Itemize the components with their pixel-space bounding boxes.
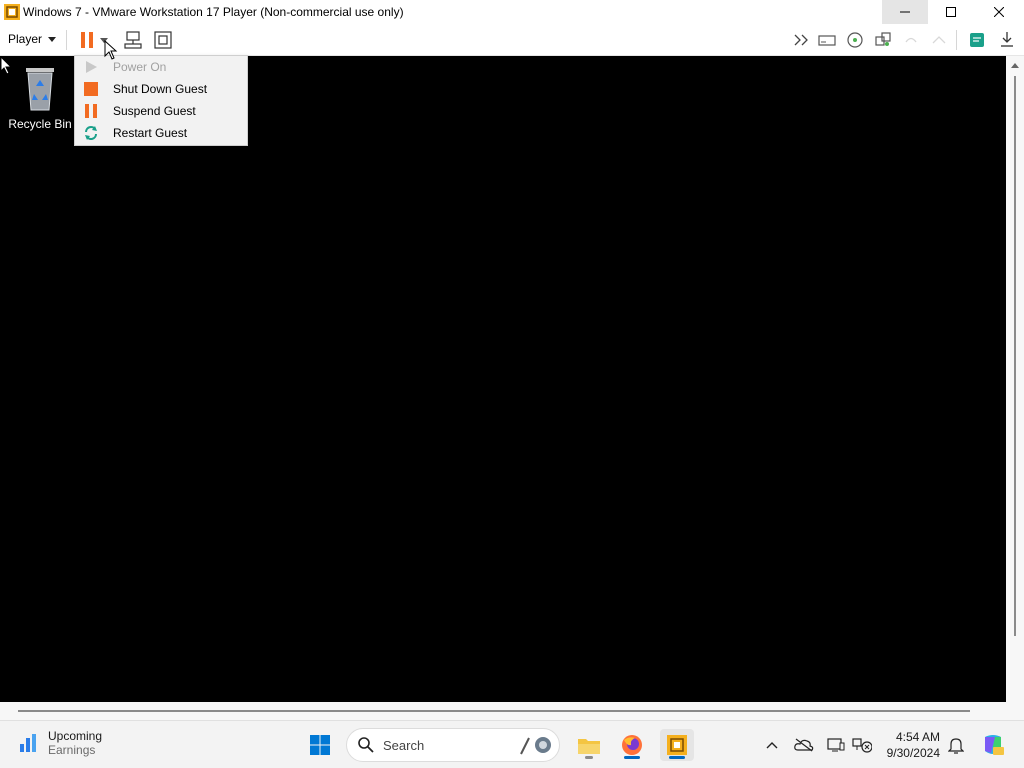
full-screen-button[interactable] bbox=[152, 29, 174, 51]
keyboard-network-icon bbox=[124, 31, 142, 49]
menu-item-label: Power On bbox=[113, 60, 167, 74]
more-devices-button[interactable] bbox=[792, 30, 812, 50]
title-bar: Windows 7 - VMware Workstation 17 Player… bbox=[0, 0, 1024, 24]
undo-icon bbox=[905, 37, 917, 43]
menu-item-restart-guest[interactable]: Restart Guest bbox=[75, 122, 247, 144]
menu-item-suspend-guest[interactable]: Suspend Guest bbox=[75, 100, 247, 122]
stocks-chart-icon bbox=[20, 734, 36, 752]
minimize-button[interactable] bbox=[882, 0, 928, 24]
show-hidden-icons-button[interactable] bbox=[762, 735, 782, 755]
maximize-icon bbox=[946, 7, 956, 17]
power-menu: Power On Shut Down Guest Suspend Guest R… bbox=[74, 55, 248, 146]
copilot-button[interactable] bbox=[980, 732, 1006, 758]
hard-disk-button[interactable] bbox=[816, 30, 838, 50]
search-placeholder: Search bbox=[383, 737, 425, 753]
widget-subtitle: Earnings bbox=[48, 743, 96, 757]
network-tray-button[interactable] bbox=[852, 735, 872, 755]
play-icon bbox=[83, 59, 99, 75]
message-log-icon bbox=[970, 33, 984, 47]
fullscreen-icon bbox=[154, 31, 172, 49]
copilot-icon bbox=[985, 735, 1004, 755]
cd-dvd-icon bbox=[847, 32, 863, 48]
message-log-button[interactable] bbox=[966, 29, 988, 51]
guest-screen[interactable] bbox=[0, 56, 1006, 702]
onedrive-tray-button[interactable] bbox=[794, 735, 814, 755]
toolbar-separator bbox=[66, 30, 67, 50]
app-active-indicator bbox=[669, 756, 685, 759]
chevron-down-icon bbox=[48, 36, 57, 42]
maximize-button[interactable] bbox=[928, 0, 974, 24]
vmware-button[interactable] bbox=[660, 729, 694, 761]
menu-item-label: Restart Guest bbox=[113, 126, 188, 140]
scroll-up-icon bbox=[1011, 63, 1019, 68]
hard-disk-icon bbox=[818, 35, 836, 46]
send-ctrl-alt-del-button[interactable] bbox=[122, 29, 144, 51]
player-menu-label: Player bbox=[8, 32, 43, 46]
suspend-button[interactable] bbox=[78, 30, 96, 50]
close-icon bbox=[994, 7, 1004, 17]
stop-icon bbox=[83, 81, 99, 97]
taskbar: Upcoming Earnings Search 4:54 AM 9/30/20… bbox=[0, 720, 1024, 768]
monitor-icon bbox=[827, 738, 845, 752]
menu-item-shut-down-guest[interactable]: Shut Down Guest bbox=[75, 78, 247, 100]
clock-date: 9/30/2024 bbox=[886, 746, 940, 760]
weather-widget[interactable]: Upcoming Earnings bbox=[18, 729, 102, 757]
widget-title: Upcoming bbox=[48, 729, 103, 743]
app-running-indicator bbox=[585, 756, 593, 759]
vertical-scrollbar[interactable] bbox=[1006, 56, 1024, 720]
network-status-icon bbox=[852, 738, 872, 753]
notifications-button[interactable] bbox=[946, 735, 966, 755]
horizontal-scroll-thumb[interactable] bbox=[18, 710, 970, 712]
windows-start-icon bbox=[310, 735, 330, 755]
display-tray-button[interactable] bbox=[826, 735, 846, 755]
cd-dvd-button[interactable] bbox=[844, 30, 866, 50]
search-highlight-icon bbox=[520, 737, 551, 755]
horizontal-scrollbar[interactable] bbox=[0, 702, 1006, 720]
double-chevron-right-icon bbox=[794, 34, 808, 46]
pause-icon bbox=[81, 32, 93, 48]
unity-button bbox=[928, 30, 950, 50]
snapshot-button bbox=[900, 30, 922, 50]
menu-item-power-on: Power On bbox=[75, 56, 247, 78]
cloud-offline-icon bbox=[794, 738, 814, 752]
mouse-cursor-icon bbox=[104, 40, 118, 60]
recycle-bin-icon bbox=[26, 68, 54, 111]
toolbar-separator bbox=[956, 30, 957, 50]
download-button[interactable] bbox=[996, 29, 1018, 51]
minimize-icon bbox=[900, 11, 910, 13]
taskbar-clock[interactable]: 4:54 AM 9/30/2024 bbox=[880, 729, 940, 761]
clock-time: 4:54 AM bbox=[895, 730, 940, 744]
window-title: Windows 7 - VMware Workstation 17 Player… bbox=[23, 5, 404, 19]
search-icon bbox=[358, 737, 374, 753]
network-adapter-button[interactable] bbox=[872, 30, 894, 50]
app-active-indicator bbox=[624, 756, 640, 759]
firefox-icon bbox=[622, 735, 642, 755]
player-menu-button[interactable]: Player bbox=[8, 32, 57, 46]
file-explorer-button[interactable] bbox=[572, 729, 606, 761]
guest-cursor-icon bbox=[0, 56, 12, 74]
pause-icon bbox=[83, 103, 99, 119]
restart-icon bbox=[83, 125, 99, 141]
recycle-bin-shortcut[interactable]: Recycle Bin bbox=[8, 64, 72, 131]
vmware-icon bbox=[667, 735, 687, 755]
download-icon bbox=[1001, 32, 1013, 47]
bell-icon bbox=[948, 738, 964, 754]
close-button[interactable] bbox=[976, 0, 1022, 24]
vertical-scroll-thumb[interactable] bbox=[1014, 76, 1016, 636]
recycle-bin-label: Recycle Bin bbox=[8, 117, 72, 131]
chevron-up-icon bbox=[766, 742, 778, 749]
player-toolbar: Player bbox=[0, 24, 1024, 56]
menu-item-label: Suspend Guest bbox=[113, 104, 196, 118]
start-button[interactable] bbox=[303, 729, 337, 761]
vmware-app-icon bbox=[4, 4, 20, 20]
menu-item-label: Shut Down Guest bbox=[113, 82, 208, 96]
network-icon bbox=[875, 32, 891, 46]
firefox-button[interactable] bbox=[615, 729, 649, 761]
file-explorer-icon bbox=[578, 739, 600, 754]
taskbar-search[interactable]: Search bbox=[346, 728, 560, 762]
caret-up-icon bbox=[932, 36, 946, 44]
